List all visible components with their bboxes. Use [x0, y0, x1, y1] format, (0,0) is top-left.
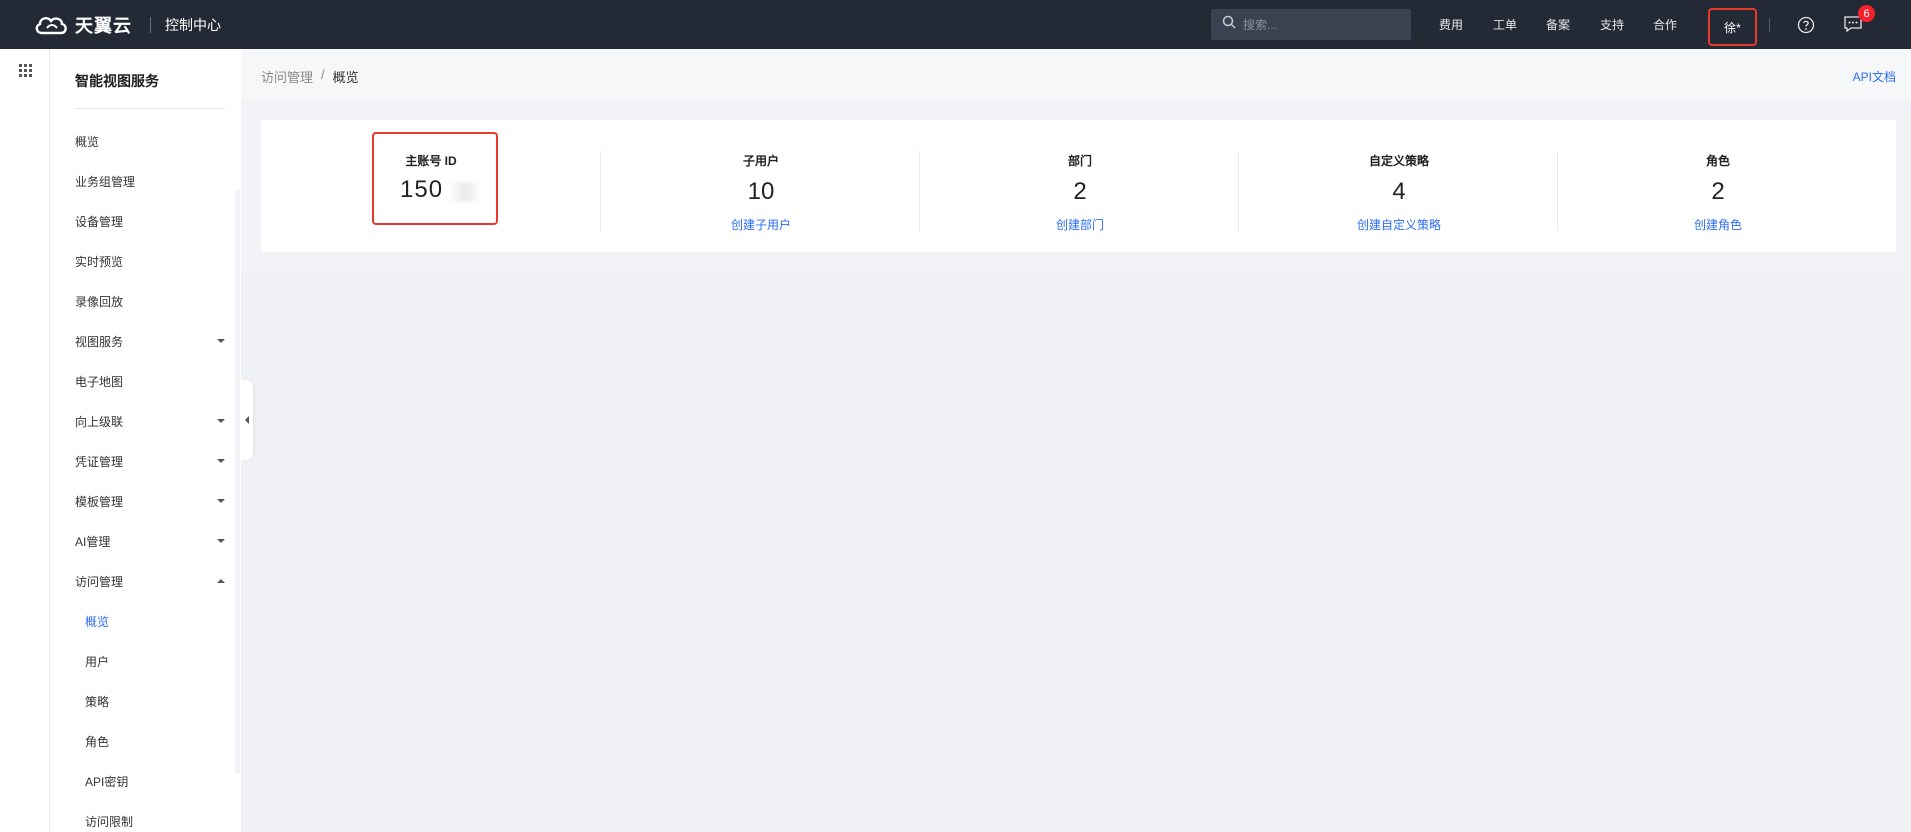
sidebar-item-label: 视图服务 — [75, 334, 124, 349]
sidebar-item-cascade[interactable]: 向上级联 — [75, 406, 225, 436]
stat-custom-policies: 自定义策略 4 创建自定义策略 — [1239, 120, 1559, 252]
search-box[interactable] — [1211, 9, 1411, 40]
sidebar-subitem-access-restrictions[interactable]: 访问限制 — [85, 806, 225, 832]
sidebar-item-label: 模板管理 — [75, 494, 124, 509]
sidebar-item-label: 电子地图 — [75, 374, 124, 389]
nav-support[interactable]: 支持 — [1600, 16, 1624, 33]
chevron-down-icon — [217, 339, 225, 343]
create-policy-link[interactable]: 创建自定义策略 — [1239, 216, 1559, 233]
sidebar-subitem-label: 策略 — [85, 694, 110, 709]
sidebar-item-live-preview[interactable]: 实时预览 — [75, 246, 225, 276]
sidebar-item-view-service[interactable]: 视图服务 — [75, 326, 225, 356]
stat-value: 4 — [1392, 178, 1406, 205]
create-subuser-link[interactable]: 创建子用户 — [601, 216, 921, 233]
sidebar-subitem-overview[interactable]: 概览 — [85, 606, 225, 636]
collapse-arrow-icon — [245, 416, 249, 424]
brand-divider — [150, 16, 151, 33]
top-bar: 天翼云 控制中心 费用 工单 备案 支持 合作 徐* 6 — [0, 0, 1911, 49]
user-menu-button[interactable]: 徐* — [1708, 8, 1757, 46]
sidebar-item-label: 业务组管理 — [75, 174, 136, 189]
stat-value: 2 — [1711, 178, 1725, 205]
sidebar-item-access-management[interactable]: 访问管理 — [75, 566, 225, 596]
stat-value: 2 — [1073, 178, 1087, 205]
breadcrumb: 访问管理 / 概览 — [261, 67, 359, 86]
create-department-link[interactable]: 创建部门 — [920, 216, 1240, 233]
sidebar-item-business-groups[interactable]: 业务组管理 — [75, 166, 225, 196]
stat-title: 子用户 — [742, 154, 779, 168]
product-rail — [0, 49, 50, 832]
breadcrumb-separator: / — [321, 67, 325, 82]
chevron-up-icon — [217, 579, 225, 583]
stat-title: 部门 — [1067, 154, 1092, 168]
chevron-down-icon — [217, 419, 225, 423]
breadcrumb-bar: 访问管理 / 概览 API文档 — [241, 49, 1911, 100]
sidebar-item-templates[interactable]: 模板管理 — [75, 486, 225, 516]
stat-value: 10 — [747, 178, 775, 205]
create-role-link[interactable]: 创建角色 — [1558, 216, 1878, 233]
nav-partner[interactable]: 合作 — [1653, 16, 1677, 33]
brand-name: 天翼云 — [75, 15, 132, 36]
sidebar-item-credentials[interactable]: 凭证管理 — [75, 446, 225, 476]
chevron-down-icon — [217, 459, 225, 463]
sidebar-item-label: 凭证管理 — [75, 454, 124, 469]
sidebar-item-devices[interactable]: 设备管理 — [75, 206, 225, 236]
sidebar-divider — [75, 108, 225, 109]
sidebar-item-ai[interactable]: AI管理 — [75, 526, 225, 556]
sidebar-subitem-policies[interactable]: 策略 — [85, 686, 225, 716]
nav-fees[interactable]: 费用 — [1439, 16, 1463, 33]
sidebar-item-e-map[interactable]: 电子地图 — [75, 366, 225, 396]
stat-roles: 角色 2 创建角色 — [1558, 120, 1878, 252]
chevron-down-icon — [217, 499, 225, 503]
sidebar-item-label: AI管理 — [75, 534, 111, 549]
sidebar-subitem-roles[interactable]: 角色 — [85, 726, 225, 756]
breadcrumb-parent[interactable]: 访问管理 — [261, 67, 313, 86]
breadcrumb-current: 概览 — [332, 70, 359, 85]
sidebar-subitem-users[interactable]: 用户 — [85, 646, 225, 676]
sidebar-item-label: 设备管理 — [75, 214, 124, 229]
sidebar-item-playback[interactable]: 录像回放 — [75, 286, 225, 316]
chevron-down-icon — [217, 539, 225, 543]
sidebar-subitem-label: 角色 — [85, 734, 110, 749]
sidebar-subitem-label: 概览 — [85, 614, 110, 629]
sidebar-title: 智能视图服务 — [75, 73, 159, 89]
search-icon — [1222, 15, 1236, 34]
sidebar-subitem-label: API密钥 — [85, 774, 129, 789]
account-id-highlight-box — [372, 132, 498, 225]
api-docs-link[interactable]: API文档 — [1853, 68, 1896, 85]
nav-tickets[interactable]: 工单 — [1493, 16, 1517, 33]
sidebar-subitem-label: 访问限制 — [85, 814, 134, 829]
nav-filing[interactable]: 备案 — [1546, 16, 1570, 33]
sidebar: 智能视图服务 概览 业务组管理 设备管理 实时预览 录像回放 视图服务 电子地图… — [50, 49, 241, 832]
grid-menu-icon[interactable] — [19, 64, 32, 82]
sidebar-item-label: 录像回放 — [75, 294, 124, 309]
stat-title: 角色 — [1705, 154, 1730, 168]
stat-title: 自定义策略 — [1368, 154, 1429, 168]
cloud-logo-icon — [33, 14, 69, 36]
user-name: 徐* — [1724, 20, 1741, 35]
stat-departments: 部门 2 创建部门 — [920, 120, 1240, 252]
header-divider — [1769, 18, 1770, 32]
console-title[interactable]: 控制中心 — [165, 15, 221, 35]
sidebar-subitem-api-keys[interactable]: API密钥 — [85, 766, 225, 796]
sidebar-item-label: 概览 — [75, 134, 100, 149]
sidebar-item-label: 实时预览 — [75, 254, 124, 269]
sidebar-scrollbar[interactable] — [235, 189, 240, 774]
overview-stats-card: 主账号 ID 子用户 10 创建子用户 部门 2 创建部门 自定义策略 4 创建… — [261, 120, 1896, 252]
message-count-badge: 6 — [1858, 5, 1875, 22]
stat-subusers: 子用户 10 创建子用户 — [601, 120, 921, 252]
help-icon[interactable] — [1797, 16, 1815, 39]
search-input[interactable] — [1243, 17, 1403, 32]
sidebar-item-label: 访问管理 — [75, 574, 124, 589]
sidebar-item-overview[interactable]: 概览 — [75, 126, 225, 156]
sidebar-collapse-button[interactable] — [241, 380, 253, 460]
brand[interactable]: 天翼云 控制中心 — [0, 0, 221, 49]
sidebar-item-label: 向上级联 — [75, 414, 124, 429]
sidebar-subitem-label: 用户 — [85, 654, 110, 669]
